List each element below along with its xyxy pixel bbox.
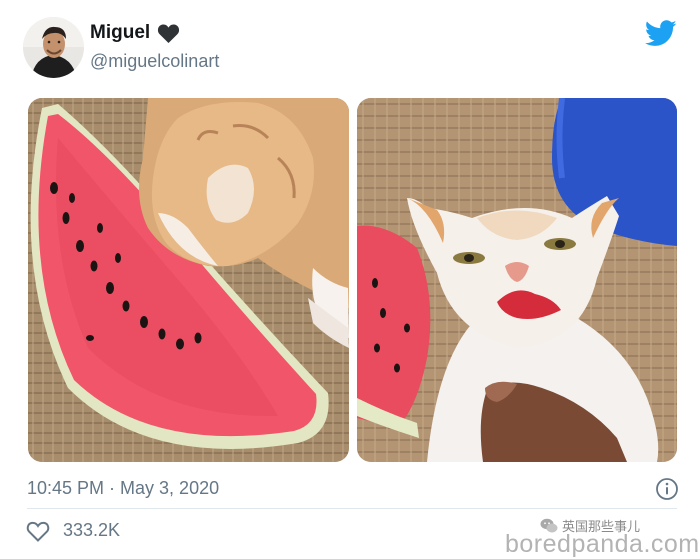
source-watermark: boredpanda.com xyxy=(505,530,700,558)
footer-divider xyxy=(27,508,677,509)
black-heart-icon xyxy=(158,23,180,43)
twitter-bird-icon[interactable] xyxy=(645,20,677,47)
tweet-timestamp[interactable]: 10:45 PM · May 3, 2020 xyxy=(27,478,219,499)
tweet-card: Miguel @miguelcolinart 10:45 PM · May 3,… xyxy=(0,0,700,559)
like-count[interactable]: 333.2K xyxy=(63,520,120,541)
heart-outline-icon[interactable] xyxy=(26,520,50,542)
author-name-row: Miguel xyxy=(90,22,180,44)
photo-kitten-red-lips[interactable] xyxy=(357,98,677,462)
user-handle[interactable]: @miguelcolinart xyxy=(90,51,219,72)
avatar[interactable] xyxy=(23,17,84,78)
info-icon[interactable] xyxy=(655,477,679,501)
photo-kitten-eating-watermelon[interactable] xyxy=(28,98,349,462)
display-name[interactable]: Miguel xyxy=(90,22,150,44)
